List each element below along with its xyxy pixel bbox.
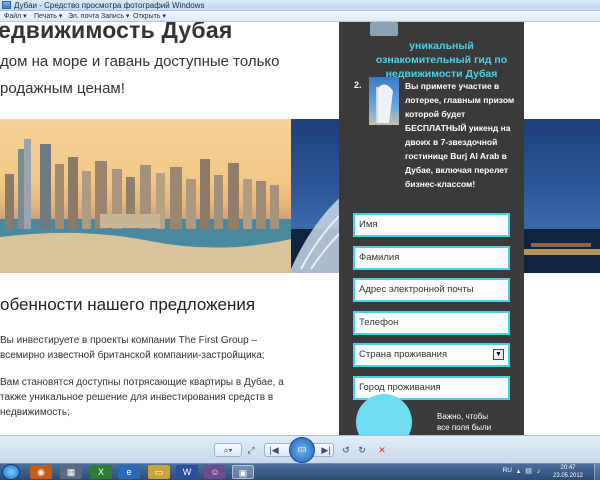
lottery-description: Вы примете участие в лотерее, главным пр… (405, 81, 515, 189)
folder-icon[interactable]: ▭ (148, 465, 170, 479)
dubai-marina-photo: › (0, 119, 291, 273)
feature-paragraph-1: Вы инвестируете в проекты компании The F… (0, 335, 265, 361)
word-icon[interactable]: W (176, 465, 198, 479)
menu-email[interactable]: Эл. почта (68, 11, 99, 22)
show-hidden-icons-icon[interactable]: ▴ (515, 468, 522, 476)
surname-field[interactable]: Фамилия (353, 246, 510, 270)
photo-viewer-app-icon (2, 1, 11, 9)
dubai-skyline-graphic (0, 139, 291, 273)
clock-date: 23.05.2012 (552, 473, 584, 479)
required-fields-note: Важно, чтобы все поля были (437, 412, 492, 432)
user-app-icon[interactable]: ☺ (204, 465, 226, 479)
excel-icon[interactable]: X (90, 465, 112, 479)
previous-icon[interactable]: |◀ (266, 442, 282, 458)
delete-icon[interactable]: ✕ (376, 442, 388, 458)
name-field[interactable]: Имя (353, 213, 510, 237)
email-field[interactable]: Адрес электронной почты (353, 278, 510, 302)
window-titlebar: Дубаи - Средство просмотра фотографий Wi… (0, 0, 600, 11)
rotate-left-icon[interactable]: ↺ (340, 442, 352, 458)
lead-form-panel: уникальный ознакомительный гид по недвиж… (339, 22, 524, 435)
menu-bar: Файл ▾ Печать ▾ Эл. почта Запись ▾ Откры… (0, 11, 600, 22)
country-select[interactable]: Страна проживания ▼ (353, 343, 510, 367)
list-item-number: 2. (354, 80, 362, 90)
submit-button[interactable] (356, 394, 412, 435)
viewer-toolbar: ⌕▾ ⤢ |◀ ▭ ▶| ↺ ↻ ✕ (0, 435, 600, 463)
dropdown-arrow-icon[interactable]: ▼ (493, 349, 504, 360)
clock[interactable]: 20:47 23.05.2012 (546, 464, 590, 480)
form-heading: уникальный ознакомительный гид по недвиж… (375, 40, 508, 80)
taskbar: ◉ ▦ X e ▭ W ☺ ▣ RU ▴ ▤ ♪ 20:47 23.05.201… (0, 463, 600, 480)
page-heading: едвижимость Дубая (0, 22, 233, 43)
zoom-icon[interactable]: ⌕▾ (216, 442, 240, 458)
rotate-right-icon[interactable]: ↻ (356, 442, 368, 458)
slideshow-play-button[interactable]: ▭ (289, 437, 315, 463)
features-section-title: обенности нашего предложения (0, 295, 256, 314)
menu-file[interactable]: Файл ▾ (4, 11, 27, 22)
firefox-icon[interactable]: ◉ (30, 465, 52, 479)
network-icon[interactable]: ▤ (525, 468, 532, 476)
phone-field[interactable]: Телефон (353, 311, 510, 335)
menu-open[interactable]: Открыть ▾ (133, 11, 166, 22)
photo-canvas: едвижимость Дубая дом на море и гавань д… (0, 22, 600, 435)
explorer-icon[interactable]: ▦ (60, 465, 82, 479)
burj-al-arab-thumbnail (369, 77, 399, 125)
menu-print[interactable]: Печать ▾ (34, 11, 62, 22)
window-title: Дубаи - Средство просмотра фотографий Wi… (14, 1, 205, 10)
feature-paragraph-2: Вам становятся доступны потрясающие квар… (0, 377, 284, 418)
page-subtitle-line2: родажным ценам! (0, 80, 125, 97)
country-select-value: Страна проживания (359, 349, 448, 360)
volume-icon[interactable]: ♪ (535, 468, 542, 476)
start-button[interactable] (2, 464, 20, 480)
next-icon[interactable]: ▶| (318, 442, 334, 458)
language-indicator[interactable]: RU (503, 467, 512, 474)
clock-time: 20:47 (560, 465, 576, 471)
internet-explorer-icon[interactable]: e (118, 465, 140, 479)
menu-burn[interactable]: Запись ▾ (101, 11, 129, 22)
show-desktop-button[interactable] (594, 464, 600, 480)
gift-badge-icon (370, 22, 398, 36)
actual-size-icon[interactable]: ⤢ (244, 442, 258, 458)
page-subtitle-line1: дом на море и гавань доступные только (0, 53, 280, 70)
photo-viewer-taskbar-icon[interactable]: ▣ (232, 465, 254, 479)
